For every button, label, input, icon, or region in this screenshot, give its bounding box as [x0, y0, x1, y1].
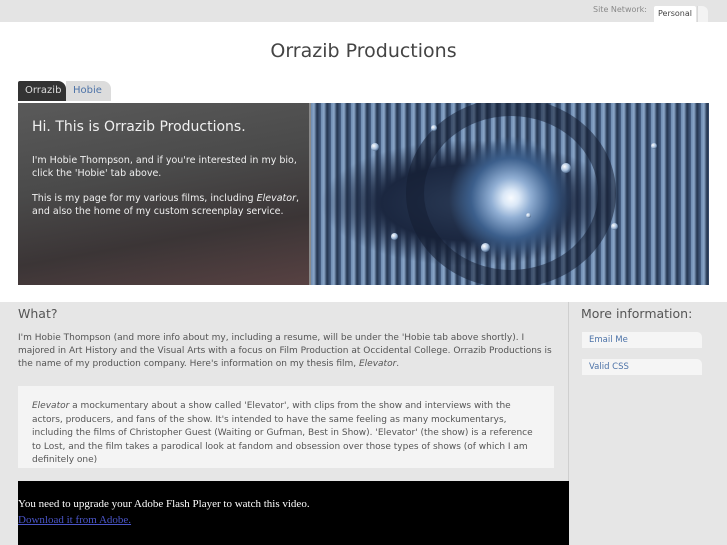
photo-droplet: [391, 233, 398, 240]
hero-photo: [311, 103, 709, 285]
site-title: Orrazib Productions: [270, 40, 457, 62]
email-me-link[interactable]: Email Me: [582, 332, 702, 348]
section-heading-what: What?: [18, 306, 58, 321]
site-network-select[interactable]: Personal: [654, 6, 696, 22]
photo-droplet: [611, 223, 618, 230]
intro-paragraph: I'm Hobie Thompson (and more info about …: [18, 333, 552, 369]
site-network-label: Site Network:: [593, 5, 647, 14]
photo-droplet: [526, 213, 531, 218]
main-column: What? I'm Hobie Thompson (and more info …: [0, 302, 600, 545]
photo-droplet: [431, 125, 437, 131]
download-flash-link[interactable]: Download it from Adobe.: [18, 514, 131, 526]
photo-droplet: [561, 163, 571, 173]
photo-droplet: [371, 143, 379, 151]
site-network-bar: Site Network: Personal: [0, 0, 727, 22]
hero-films-text: This is my page for my various films, in…: [32, 193, 300, 217]
photo-droplet: [651, 143, 657, 149]
valid-css-link[interactable]: Valid CSS: [582, 359, 702, 375]
film-description-box: Elevator a mockumentary about a show cal…: [18, 386, 554, 468]
tab-hobie[interactable]: Hobie: [66, 81, 111, 101]
video-player-placeholder: You need to upgrade your Adobe Flash Pla…: [18, 481, 600, 545]
photo-ring: [406, 103, 616, 285]
film-description-text: Elevator a mockumentary about a show cal…: [32, 401, 533, 465]
sidebar: More information: Email Me Valid CSS: [569, 302, 727, 545]
photo-droplet: [481, 243, 490, 252]
content-area: What? I'm Hobie Thompson (and more info …: [0, 302, 727, 545]
hero-banner: Hi. This is Orrazib Productions. I'm Hob…: [18, 103, 709, 285]
hero-heading: Hi. This is Orrazib Productions.: [32, 119, 246, 135]
hero-text-panel: Hi. This is Orrazib Productions. I'm Hob…: [18, 103, 309, 285]
flash-upgrade-message: You need to upgrade your Adobe Flash Pla…: [18, 498, 310, 510]
tab-orrazib[interactable]: Orrazib: [18, 81, 66, 101]
sidebar-heading: More information:: [581, 306, 693, 321]
site-network-dropdown-handle[interactable]: [697, 6, 708, 22]
hero-bio-text: I'm Hobie Thompson, and if you're intere…: [32, 155, 297, 179]
